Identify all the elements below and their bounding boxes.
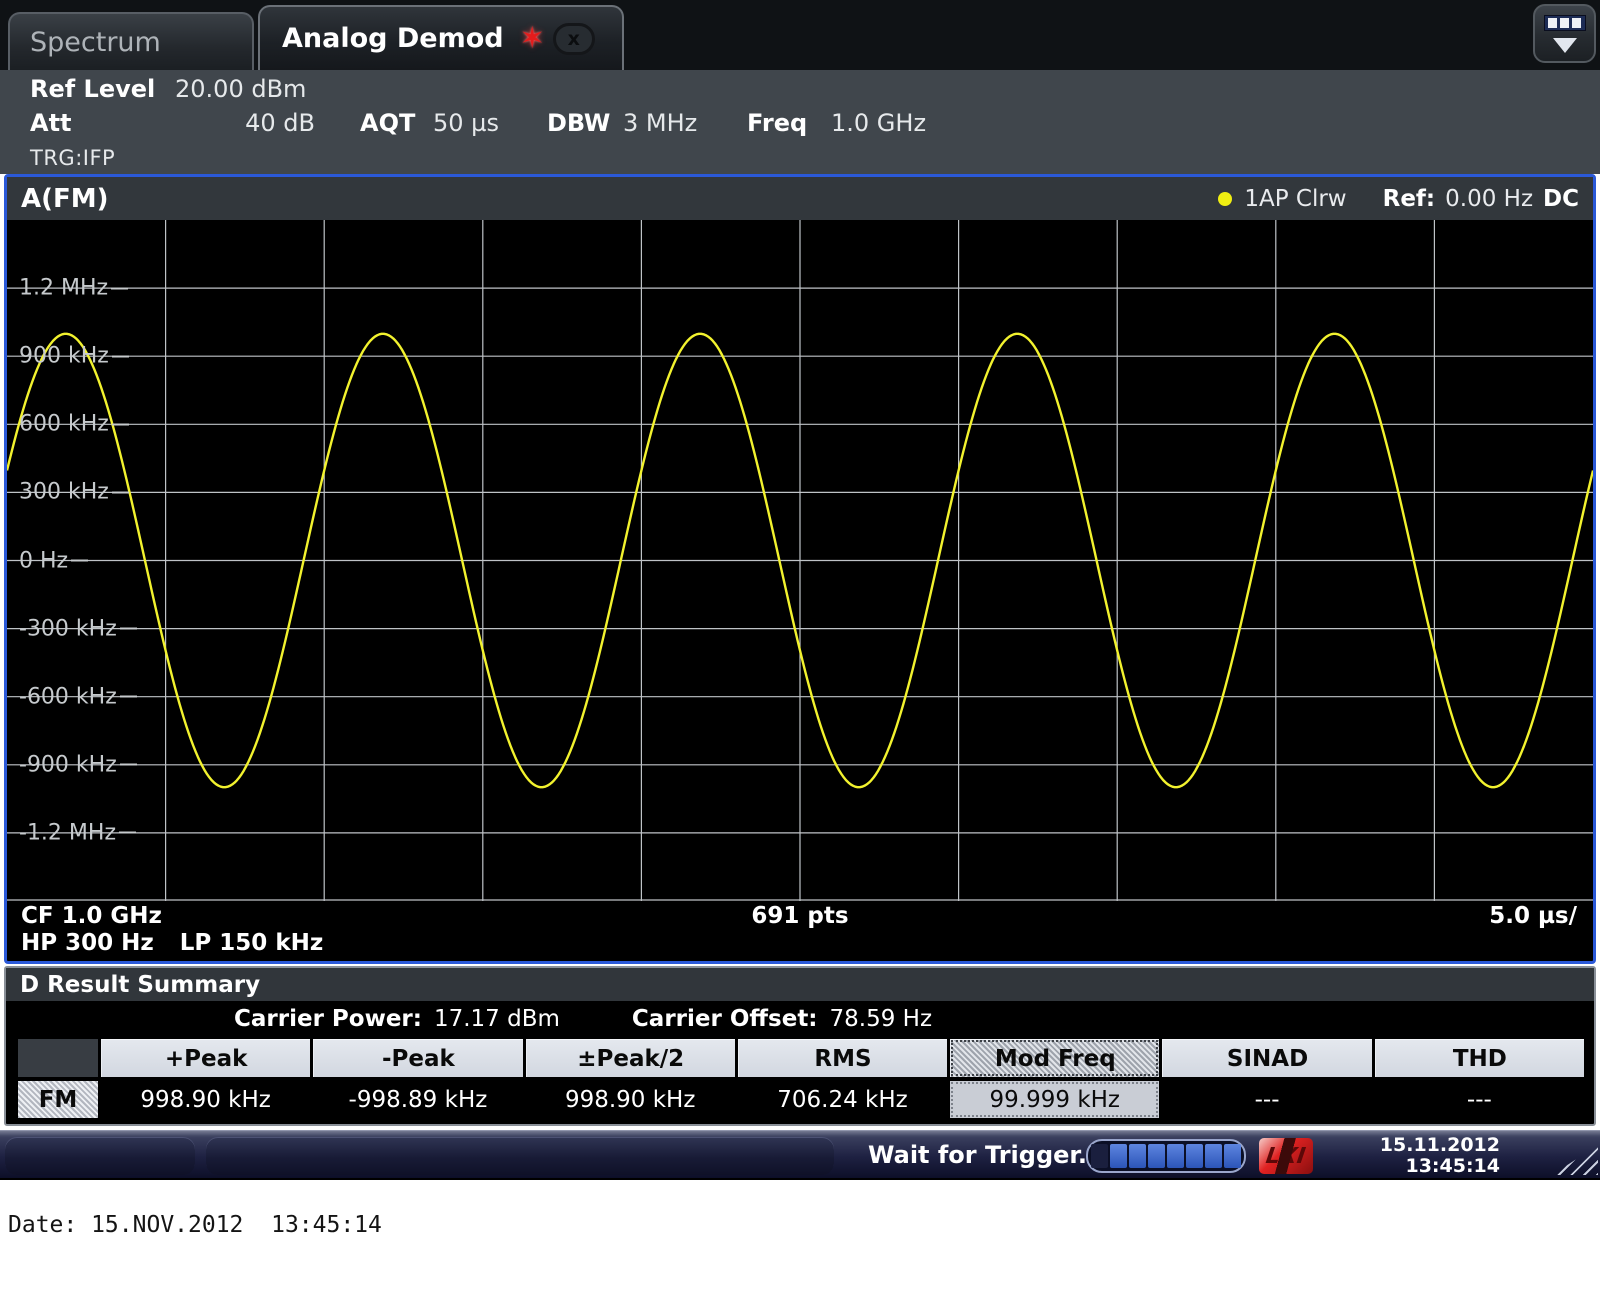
y-axis-tick-label: 900 kHz (19, 344, 129, 369)
value-sinad: --- (1162, 1081, 1371, 1118)
channel-changed-star-icon: ✶ (520, 24, 545, 54)
display-menu-button[interactable] (1533, 4, 1596, 63)
status-segment-center (206, 1137, 834, 1175)
waveform-plot-area[interactable]: 1.2 MHz 900 kHz 600 kHz 300 kHz 0 Hz -300 kHz… (7, 220, 1593, 901)
column-header-peak-half[interactable]: ±Peak/2 (526, 1039, 735, 1077)
y-axis-tick-label: -300 kHz (19, 616, 137, 641)
ref-level-label[interactable]: Ref Level (30, 75, 155, 103)
freq-label[interactable]: Freq (747, 109, 807, 137)
tab-spectrum[interactable]: Spectrum (8, 12, 254, 70)
fm-waveform-window: A(FM) 1AP Clrw Ref: 0.00 Hz DC 1.2 MHz 90… (4, 174, 1596, 964)
grid-lines (7, 220, 1593, 901)
chevron-down-icon (1553, 38, 1577, 53)
close-tab-icon[interactable]: x (553, 23, 595, 55)
value-thd: --- (1375, 1081, 1584, 1118)
row-label-fm[interactable]: FM (18, 1081, 98, 1118)
column-header-thd[interactable]: THD (1375, 1039, 1584, 1077)
instrument-screen: Spectrum Analog Demod ✶ x Ref Level 20.0… (0, 0, 1600, 1292)
att-label[interactable]: Att (30, 109, 72, 137)
hardcopy-date-line: Date: 15.NOV.2012 13:45:14 (0, 1180, 1600, 1238)
status-bar: Wait for Trigger... LXI 15.11.2012 13:45… (0, 1130, 1600, 1180)
carrier-offset-value: 78.59 Hz (830, 1006, 933, 1032)
freq-value[interactable]: 1.0 GHz (831, 109, 926, 137)
column-header-rms[interactable]: RMS (738, 1039, 947, 1077)
column-header-mod-freq[interactable]: Mod Freq (950, 1039, 1159, 1077)
tab-analog-demod[interactable]: Analog Demod ✶ x (258, 5, 624, 70)
tab-bar: Spectrum Analog Demod ✶ x (0, 0, 1600, 70)
ref-freq-label: Ref: (1383, 186, 1436, 212)
dbw-value[interactable]: 3 MHz (623, 109, 697, 137)
lxi-status-icon[interactable]: LXI (1259, 1138, 1313, 1174)
windows-icon (1544, 15, 1586, 31)
coupling-label: DC (1543, 186, 1579, 212)
trace-color-dot-icon (1218, 192, 1232, 206)
value-neg-peak: -998.89 kHz (313, 1081, 522, 1118)
lp-filter-label: LP 150 kHz (180, 930, 323, 956)
y-axis-tick-label: 0 Hz (19, 548, 88, 573)
result-table: +Peak -Peak ±Peak/2 RMS Mod Freq SINAD T… (6, 1037, 1594, 1118)
carrier-power-value: 17.17 dBm (434, 1006, 560, 1032)
y-axis-tick-label: 600 kHz (19, 412, 129, 437)
value-peak-half: 998.90 kHz (526, 1081, 735, 1118)
column-header-neg-peak[interactable]: -Peak (313, 1039, 522, 1077)
value-mod-freq: 99.999 kHz (950, 1081, 1159, 1118)
value-pos-peak: 998.90 kHz (101, 1081, 310, 1118)
acquisition-progress-bar (1086, 1139, 1246, 1173)
status-date: 15.11.2012 (1380, 1135, 1500, 1156)
window-title: A(FM) (21, 184, 109, 214)
sweep-points-label: 691 pts (7, 903, 1593, 929)
column-header-pos-peak[interactable]: +Peak (101, 1039, 310, 1077)
status-datetime: 15.11.2012 13:45:14 (1380, 1135, 1500, 1177)
y-axis-tick-label: 300 kHz (19, 480, 129, 505)
aqt-label[interactable]: AQT (360, 109, 415, 137)
waveform-footer: CF 1.0 GHz 691 pts 5.0 µs/ HP 300 Hz LP … (7, 901, 1593, 958)
hp-filter-label: HP 300 Hz (21, 930, 154, 956)
status-segment-left (5, 1137, 195, 1175)
resize-grip-icon[interactable] (1552, 1145, 1598, 1175)
table-corner-cell (18, 1039, 98, 1077)
trace-legend: 1AP Clrw Ref: 0.00 Hz DC (1218, 186, 1579, 212)
carrier-offset-label: Carrier Offset: (632, 1006, 818, 1032)
trigger-status[interactable]: TRG:IFP (30, 146, 115, 170)
channel-settings-bar: Ref Level 20.00 dBm Att 40 dB AQT 50 µs … (0, 70, 1600, 174)
status-time: 13:45:14 (1380, 1156, 1500, 1177)
result-summary-window: D Result Summary Carrier Power: 17.17 dB… (4, 966, 1596, 1126)
y-axis-tick-label: -1.2 MHz (19, 820, 136, 845)
ref-freq-value: 0.00 Hz (1445, 186, 1533, 212)
column-header-sinad[interactable]: SINAD (1162, 1039, 1371, 1077)
dbw-label[interactable]: DBW (547, 109, 610, 137)
waveform-titlebar: A(FM) 1AP Clrw Ref: 0.00 Hz DC (7, 177, 1593, 220)
result-summary-title: D Result Summary (6, 968, 1594, 1001)
value-rms: 706.24 kHz (738, 1081, 947, 1118)
att-value[interactable]: 40 dB (175, 109, 315, 137)
trace-label: 1AP Clrw (1244, 186, 1346, 212)
y-axis-tick-label: -600 kHz (19, 684, 137, 709)
aqt-value[interactable]: 50 µs (433, 109, 499, 137)
y-axis-tick-label: -900 kHz (19, 752, 137, 777)
carrier-power-label: Carrier Power: (234, 1006, 422, 1032)
tab-spectrum-label: Spectrum (10, 27, 161, 58)
y-axis-tick-label: 1.2 MHz (19, 276, 128, 301)
tab-analog-demod-label: Analog Demod (260, 23, 504, 54)
status-message: Wait for Trigger... (868, 1141, 1105, 1169)
ref-level-value[interactable]: 20.00 dBm (175, 75, 306, 103)
time-per-division-label: 5.0 µs/ (1489, 903, 1577, 929)
carrier-info-row: Carrier Power: 17.17 dBm Carrier Offset:… (6, 1001, 1594, 1037)
waveform-svg (7, 220, 1593, 901)
